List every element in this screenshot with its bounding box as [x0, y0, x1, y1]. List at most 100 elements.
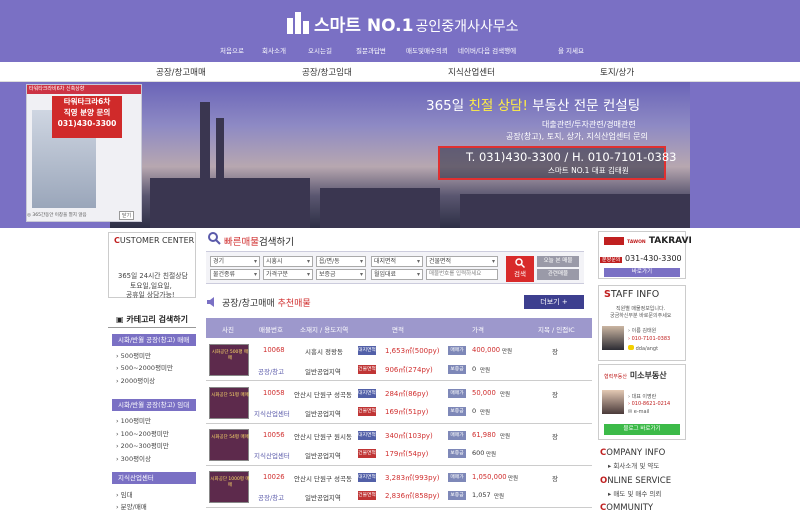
- th-jimok: 지목 / 인접IC: [538, 326, 575, 334]
- listing-number[interactable]: 10058: [263, 389, 285, 397]
- brand-small: TAWON: [627, 240, 646, 245]
- banner-line1: 대출관련/투자관련/경매관련: [542, 120, 636, 129]
- staff-info-title: STAFF INFO: [604, 289, 659, 300]
- cc-line1: 365일 24시간 친절상담: [118, 272, 188, 280]
- topnav-home[interactable]: 처음으로: [220, 45, 244, 55]
- deposit-value: 1,057: [472, 491, 491, 499]
- cc-line3: 공휴일 상담가능!: [126, 291, 175, 299]
- listing-thumbnail[interactable]: 시화공단 1000평 매매: [209, 471, 250, 503]
- ad-tag-line1: 타워타크라6차: [63, 97, 111, 106]
- select-price-type[interactable]: 가격구분: [263, 269, 313, 280]
- company-info-title[interactable]: COMPANY INFO: [600, 448, 665, 458]
- community-title[interactable]: COMMUNITY: [600, 503, 653, 512]
- listing-number[interactable]: 10056: [263, 431, 285, 439]
- select-land-area[interactable]: 대지면적: [371, 256, 423, 267]
- staff-note1: 직원별 매물정보입니다.: [616, 306, 666, 312]
- select-monthly-rent[interactable]: 월임대료: [371, 269, 423, 280]
- listing-number[interactable]: 10068: [263, 346, 285, 354]
- th-price: 가격: [472, 326, 484, 334]
- deposit-label: 보증금: [448, 491, 466, 500]
- category-item-label: 100평미만: [120, 417, 152, 425]
- topnav-about[interactable]: 회사소개: [262, 45, 286, 55]
- category-item[interactable]: › 200~300평미만: [116, 440, 169, 450]
- property-number-input[interactable]: 매물번호를 입력하세요: [426, 269, 498, 280]
- category-item[interactable]: › 2000평이상: [116, 375, 155, 385]
- select-property-type[interactable]: 물건종류: [210, 269, 260, 280]
- online-service-title[interactable]: ONLINE SERVICE: [600, 476, 671, 486]
- jimok: 장: [552, 475, 558, 483]
- nav-factory-rent[interactable]: 공장/창고임대: [302, 66, 352, 78]
- select-province[interactable]: 경기: [210, 256, 260, 267]
- listing-type: 지식산업센터: [254, 452, 290, 460]
- topnav-request[interactable]: 매도및매수의뢰: [406, 45, 448, 55]
- topnav-bookmark[interactable]: 을 지세요: [558, 45, 584, 55]
- select-dong[interactable]: 읍/면/동: [316, 256, 366, 267]
- category-item-label: 2000평이상: [120, 377, 156, 385]
- slogan-highlight: 친절 상담!: [468, 98, 528, 114]
- topnav-search-engine[interactable]: 네이버/다음 검색행에: [458, 45, 516, 55]
- select-deposit[interactable]: 보증금: [316, 269, 366, 280]
- quick-search-title: 빠른매물검색하기: [224, 234, 294, 248]
- listing-thumbnail[interactable]: 시화공단 500평 매매: [209, 344, 249, 376]
- select-building-area[interactable]: 건물면적: [426, 256, 498, 267]
- category-factory-rent[interactable]: 시화/반월 공장(창고) 임대: [112, 399, 196, 411]
- factory-block: [150, 178, 310, 228]
- th-area: 면적: [392, 326, 404, 334]
- nav-land-store[interactable]: 토지/상가: [600, 66, 634, 78]
- nav-knowledge-center[interactable]: 지식산업센터: [448, 66, 495, 78]
- category-item[interactable]: › 500평미만: [116, 350, 151, 360]
- category-title-text: 카테고리 검색하기: [126, 315, 189, 324]
- ad-tag[interactable]: 타워타크라6차 직영 분양 문의 031)430-3300: [52, 96, 122, 138]
- listing-thumbnail[interactable]: 시화공단 51평 매매: [209, 387, 249, 419]
- category-item[interactable]: › 100~200평미만: [116, 428, 169, 438]
- deposit-value: 0: [472, 365, 477, 373]
- ad-close-button[interactable]: 닫기: [119, 211, 135, 220]
- ad-footer: ◎ 365간동안 이창을 열지 않음 닫기: [27, 211, 141, 221]
- listing-thumbnail[interactable]: 시화공단 54평 매매: [209, 429, 249, 461]
- today-viewed-button[interactable]: 오늘 본 매물: [537, 256, 579, 267]
- category-factory-sale[interactable]: 시화/반월 공장(창고) 매매: [112, 334, 196, 346]
- select-city[interactable]: 시흥시: [263, 256, 313, 267]
- topnav-qna[interactable]: 질문과답변: [356, 45, 386, 55]
- price-unit: 만원: [502, 349, 513, 355]
- listing-zone: 일반공업지역: [305, 494, 341, 502]
- more-button[interactable]: 더보기 +: [524, 295, 584, 309]
- building-area: 179㎡(54py): [385, 450, 429, 458]
- blog-button[interactable]: 블로그 바로가기: [604, 424, 680, 435]
- brand-goto-button[interactable]: 바로가기: [604, 268, 680, 277]
- thumb-caption: 시화공단 51평 매매: [211, 393, 249, 398]
- price-unit: 만원: [500, 392, 511, 398]
- search-button[interactable]: 검색: [506, 256, 534, 282]
- category-item[interactable]: › 분양/매매: [116, 501, 147, 511]
- search-pin-icon: [208, 232, 221, 245]
- agent-name: › 대표 이명란: [628, 394, 657, 400]
- category-item[interactable]: › 임대: [116, 489, 133, 499]
- th-photo: 사진: [222, 326, 234, 334]
- kakao-icon: [628, 345, 634, 350]
- building-area: 906㎡(274py): [385, 366, 433, 374]
- category-item[interactable]: › 100평미만: [116, 415, 151, 425]
- price-value: 61,980: [472, 431, 496, 439]
- listing-zone: 일반공업지역: [305, 410, 341, 418]
- price-unit: 만원: [500, 434, 511, 440]
- site-title-main: 스마트 NO.1: [314, 16, 414, 36]
- online-service-link[interactable]: ▸ 매도 및 매수 의뢰: [608, 488, 661, 498]
- category-item[interactable]: › 300평이상: [116, 453, 151, 463]
- deposit-label: 보증금: [448, 449, 466, 458]
- land-area: 3,283㎡(993py): [385, 474, 440, 482]
- company-info-link[interactable]: ▸ 회사소개 및 약도: [608, 460, 659, 470]
- building-area: 169㎡(51py): [385, 408, 429, 416]
- category-item-label: 분양/매매: [120, 503, 147, 511]
- tag-building: 건물면적: [358, 449, 376, 458]
- listing-type: 공장/창고: [258, 494, 285, 502]
- site-title[interactable]: 스마트 NO.1 공인중개사사무소: [314, 11, 518, 36]
- nav-factory-sale[interactable]: 공장/창고매매: [156, 66, 206, 78]
- listing-number[interactable]: 10026: [263, 473, 285, 481]
- category-item[interactable]: › 500~2000평미만: [116, 362, 173, 372]
- th-number: 매물번호: [259, 326, 283, 334]
- customer-center-title: CUSTOMER CENTER: [114, 236, 194, 245]
- topnav-directions[interactable]: 오시는길: [308, 45, 332, 55]
- category-knowledge-center[interactable]: 지식산업센터: [112, 472, 196, 484]
- ad-footer-text[interactable]: ◎ 365간동안 이창을 열지 않음: [27, 213, 87, 218]
- related-button[interactable]: 관련매물: [537, 269, 579, 280]
